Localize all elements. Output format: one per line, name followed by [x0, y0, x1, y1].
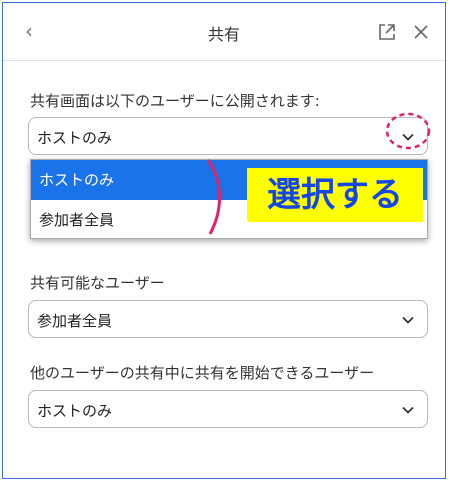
annotation-label: 選択する — [247, 168, 423, 222]
chevron-down-icon[interactable] — [401, 313, 415, 327]
annotation-text: 選択する — [267, 175, 403, 215]
chevron-down-icon[interactable] — [401, 403, 415, 417]
annotation-circle — [385, 112, 431, 150]
visibility-select-value: ホストのみ — [37, 129, 113, 147]
external-link-icon[interactable] — [377, 22, 397, 42]
panel-header: ‹ 共有 — [3, 3, 445, 61]
who-can-share-label: 共有可能なユーザー — [30, 274, 165, 292]
visibility-select[interactable]: ホストのみ — [28, 117, 428, 155]
share-while-sharing-select-value: ホストのみ — [37, 402, 113, 420]
visibility-label: 共有画面は以下のユーザーに公開されます: — [30, 92, 320, 110]
who-can-share-select-value: 参加者全員 — [37, 312, 113, 330]
close-icon[interactable] — [411, 22, 431, 42]
share-while-sharing-label: 他のユーザーの共有中に共有を開始できるユーザー — [30, 364, 375, 382]
share-while-sharing-select[interactable]: ホストのみ — [28, 390, 428, 428]
who-can-share-select[interactable]: 参加者全員 — [28, 300, 428, 338]
annotation-mark — [206, 159, 221, 235]
